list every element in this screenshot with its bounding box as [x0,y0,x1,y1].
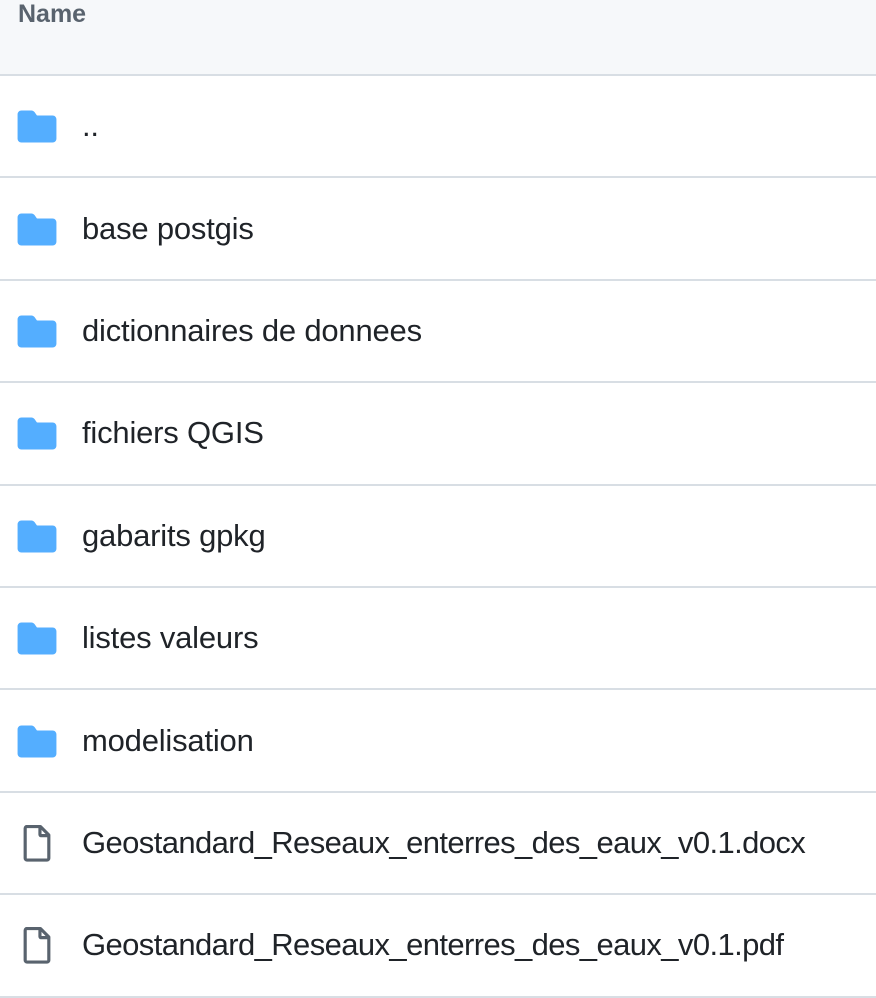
folder-icon [16,105,58,147]
table-row-folder[interactable]: dictionnaires de donnees [0,281,876,384]
table-row-folder[interactable]: listes valeurs [0,588,876,691]
folder-icon [16,617,58,659]
file-icon [16,822,58,864]
row-name-link[interactable]: listes valeurs [82,620,259,656]
table-row-file[interactable]: Geostandard_Reseaux_enterres_des_eaux_v0… [0,895,876,998]
table-row-folder[interactable]: fichiers QGIS [0,383,876,486]
folder-icon [16,208,58,250]
folder-icon [16,515,58,557]
table-header: Name [0,0,876,76]
row-name-link[interactable]: dictionnaires de donnees [82,313,422,349]
row-name-link[interactable]: gabarits gpkg [82,518,266,554]
table-row-folder[interactable]: gabarits gpkg [0,486,876,588]
name-column-header[interactable]: Name [18,0,86,29]
folder-icon [16,310,58,352]
folder-icon [16,720,58,762]
file-icon [16,924,58,966]
row-name-link[interactable]: modelisation [82,723,254,759]
table-row-parent-directory[interactable]: .. [0,76,876,179]
row-name-link[interactable]: Geostandard_Reseaux_enterres_des_eaux_v0… [82,825,806,861]
row-name-link[interactable]: base postgis [82,211,254,247]
table-row-folder[interactable]: base postgis [0,178,876,281]
row-name-link[interactable]: Geostandard_Reseaux_enterres_des_eaux_v0… [82,927,784,963]
table-row-file[interactable]: Geostandard_Reseaux_enterres_des_eaux_v0… [0,793,876,896]
file-table: Name .. base postgis dictionnaires de do… [0,0,876,998]
folder-icon [16,412,58,454]
table-row-folder[interactable]: modelisation [0,690,876,793]
row-name-link[interactable]: .. [82,108,99,144]
row-name-link[interactable]: fichiers QGIS [82,415,264,451]
